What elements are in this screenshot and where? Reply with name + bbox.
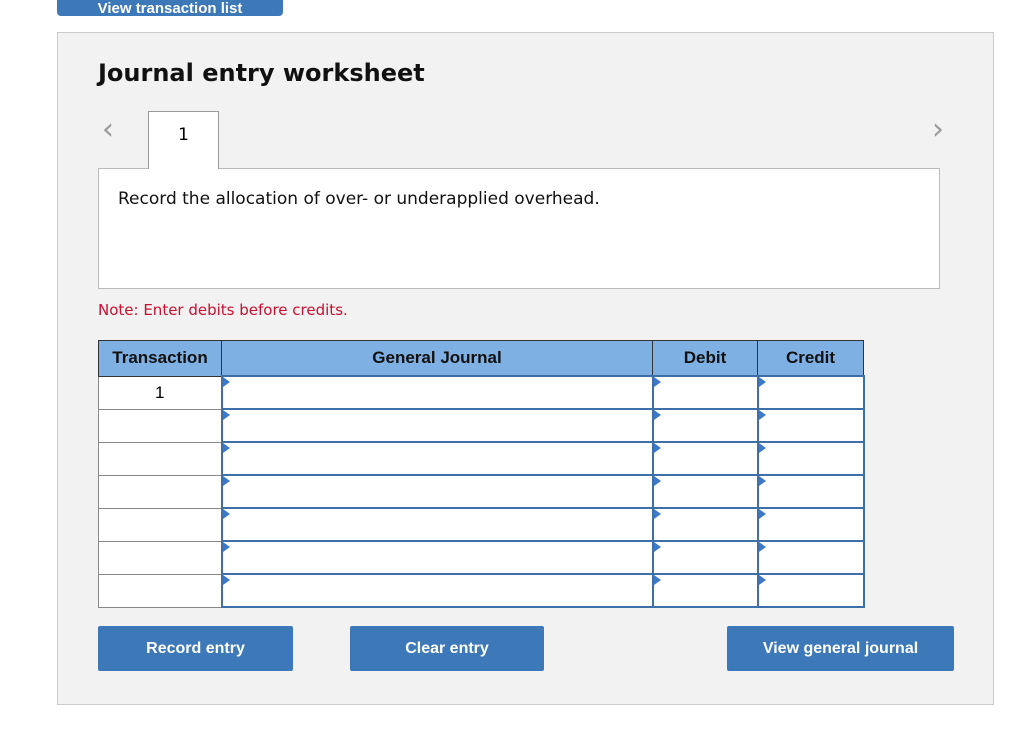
table-row [98, 408, 865, 443]
credit-input[interactable] [756, 408, 865, 443]
header-credit: Credit [757, 340, 864, 377]
credit-input[interactable] [756, 441, 865, 476]
debit-input[interactable] [651, 474, 759, 509]
account-input[interactable] [220, 408, 654, 443]
debit-input[interactable] [651, 540, 759, 575]
table-row: 1 [98, 375, 865, 410]
transaction-cell [98, 540, 222, 575]
header-debit: Debit [652, 340, 758, 377]
credit-input[interactable] [756, 375, 865, 410]
account-input[interactable] [220, 540, 654, 575]
worksheet-panel: Journal entry worksheet ‹ 1 › Record the… [57, 32, 994, 705]
chevron-left-icon[interactable]: ‹ [102, 115, 114, 145]
table-row [98, 474, 865, 509]
table-row [98, 540, 865, 575]
account-input[interactable] [220, 474, 654, 509]
account-input[interactable] [220, 441, 654, 476]
debit-input[interactable] [651, 507, 759, 542]
table-row [98, 573, 865, 608]
account-input[interactable] [220, 507, 654, 542]
transaction-cell [98, 408, 222, 443]
account-input[interactable] [220, 573, 654, 608]
debit-input[interactable] [651, 408, 759, 443]
credit-input[interactable] [756, 507, 865, 542]
transaction-cell [98, 573, 222, 608]
clear-entry-button[interactable]: Clear entry [350, 626, 544, 671]
account-input[interactable] [220, 375, 654, 410]
note-text: Note: Enter debits before credits. [98, 301, 348, 319]
table-row [98, 507, 865, 542]
tab-1[interactable]: 1 [148, 111, 219, 169]
credit-input[interactable] [756, 474, 865, 509]
credit-input[interactable] [756, 540, 865, 575]
transaction-cell [98, 441, 222, 476]
debit-input[interactable] [651, 573, 759, 608]
record-entry-button[interactable]: Record entry [98, 626, 293, 671]
header-transaction: Transaction [98, 340, 222, 377]
header-general-journal: General Journal [221, 340, 653, 377]
transaction-cell [98, 474, 222, 509]
debit-input[interactable] [651, 375, 759, 410]
view-transaction-list-button[interactable]: View transaction list [57, 0, 283, 16]
transaction-description: Record the allocation of over- or undera… [98, 168, 940, 289]
journal-table: Transaction General Journal Debit Credit… [98, 340, 865, 608]
credit-input[interactable] [756, 573, 865, 608]
chevron-right-icon[interactable]: › [932, 115, 944, 145]
debit-input[interactable] [651, 441, 759, 476]
transaction-cell [98, 507, 222, 542]
table-row [98, 441, 865, 476]
transaction-cell: 1 [98, 375, 222, 410]
view-general-journal-button[interactable]: View general journal [727, 626, 954, 671]
page-title: Journal entry worksheet [98, 59, 425, 87]
